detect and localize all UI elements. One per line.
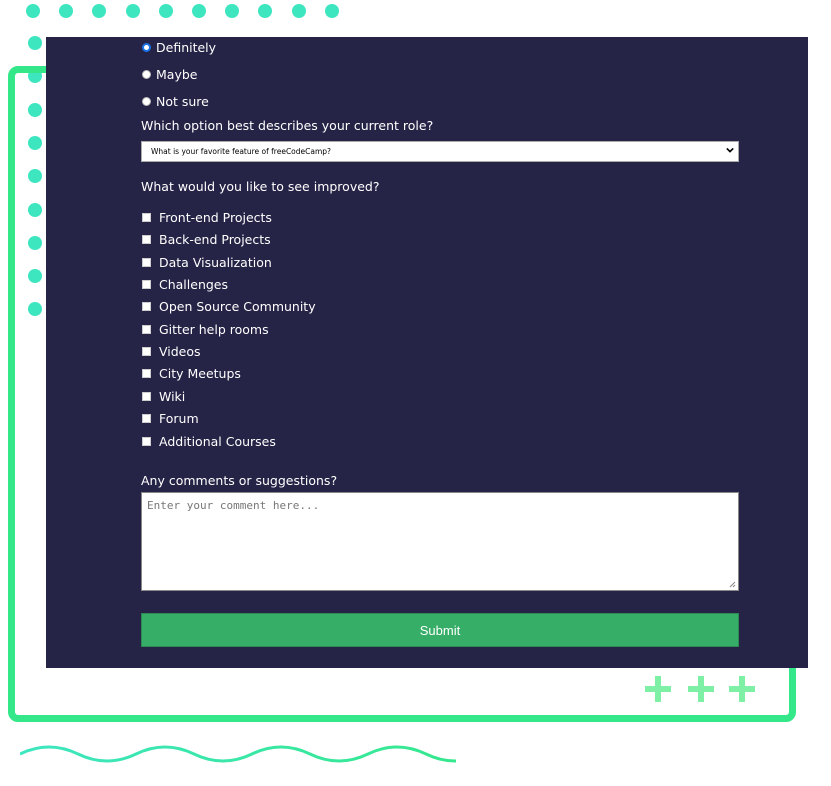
checkbox[interactable] [142,391,151,401]
decorative-dot [125,4,140,18]
decorative-dot [192,4,206,18]
checkbox-label: Additional Courses [159,433,276,449]
checkbox-label: Open Source Community [159,299,316,315]
checkbox[interactable] [142,235,151,245]
comments-placeholder: Enter your comment here... [147,499,320,512]
plus-icon [688,676,714,702]
checkbox-label: Back-end Projects [159,232,271,248]
checkbox-label: Front-end Projects [159,210,272,225]
improvement-checkbox-row[interactable]: Gitter help rooms [142,322,269,337]
radio-button-checked[interactable] [142,43,151,52]
checkbox[interactable] [142,213,151,222]
improvement-checkbox-row[interactable]: Challenges [142,277,228,292]
decorative-dot [28,36,42,50]
checkbox-label: City Meetups [159,366,241,382]
radio-label: Not sure [156,94,209,109]
decorative-dot [92,4,107,18]
checkbox[interactable] [142,257,151,267]
checkbox[interactable] [142,347,151,357]
improvement-checkbox-row[interactable]: Open Source Community [142,299,316,314]
checkbox[interactable] [142,280,151,290]
improvement-checkbox-row[interactable]: Back-end Projects [142,232,271,247]
decorative-dot [291,4,306,18]
radio-not-sure[interactable]: Not sure [142,94,209,109]
survey-form-panel: Definitely Maybe Not sure Which option b… [46,37,808,668]
improvement-checkbox-row[interactable]: Forum [142,411,199,426]
decorative-dot [59,4,74,18]
radio-button[interactable] [142,97,151,106]
role-question-label: Which option best describes your current… [141,118,434,133]
radio-label: Maybe [156,67,198,82]
checkbox[interactable] [142,436,151,446]
improvement-checkbox-row[interactable]: Data Visualization [142,255,272,270]
decorative-dot [258,4,273,18]
comments-textarea[interactable]: Enter your comment here... [141,492,739,591]
role-select[interactable]: What is your favorite feature of freeCod… [141,141,739,162]
radio-maybe[interactable]: Maybe [142,67,197,82]
checkbox[interactable] [142,414,151,424]
checkbox-label: Videos [159,344,201,360]
improve-question-label: What would you like to see improved? [141,179,380,194]
checkbox-label: Data Visualization [159,254,272,270]
decorative-dot [225,4,240,18]
chevron-down-icon [726,147,734,153]
decorative-dots-top [26,3,356,19]
checkbox-label: Gitter help rooms [159,321,269,337]
improvement-checkbox-row[interactable]: Additional Courses [142,434,276,449]
improvement-checkbox-row[interactable]: Videos [142,344,201,359]
wave-decoration [20,745,456,763]
comments-question-label: Any comments or suggestions? [141,473,338,488]
checkbox-label: Wiki [159,388,186,404]
plus-icon [729,676,755,702]
resize-handle-icon[interactable] [729,581,736,588]
radio-label: Definitely [156,40,217,55]
radio-definitely[interactable]: Definitely [142,40,216,55]
checkbox-label: Challenges [159,277,229,293]
improvement-checkbox-row[interactable]: Front-end Projects [142,210,272,225]
role-select-value: What is your favorite feature of freeCod… [151,147,332,156]
checkbox[interactable] [142,302,151,312]
decorative-dot [324,4,339,18]
checkbox-label: Forum [159,411,199,427]
radio-button[interactable] [142,70,151,79]
submit-button[interactable]: Submit [141,613,739,647]
improvement-checkbox-row[interactable]: Wiki [142,389,185,404]
decorative-dot [26,4,40,18]
plus-icon [645,676,671,702]
improvement-checkbox-row[interactable]: City Meetups [142,366,241,381]
decorative-dot [158,4,173,18]
checkbox[interactable] [142,324,151,334]
checkbox[interactable] [142,369,151,379]
